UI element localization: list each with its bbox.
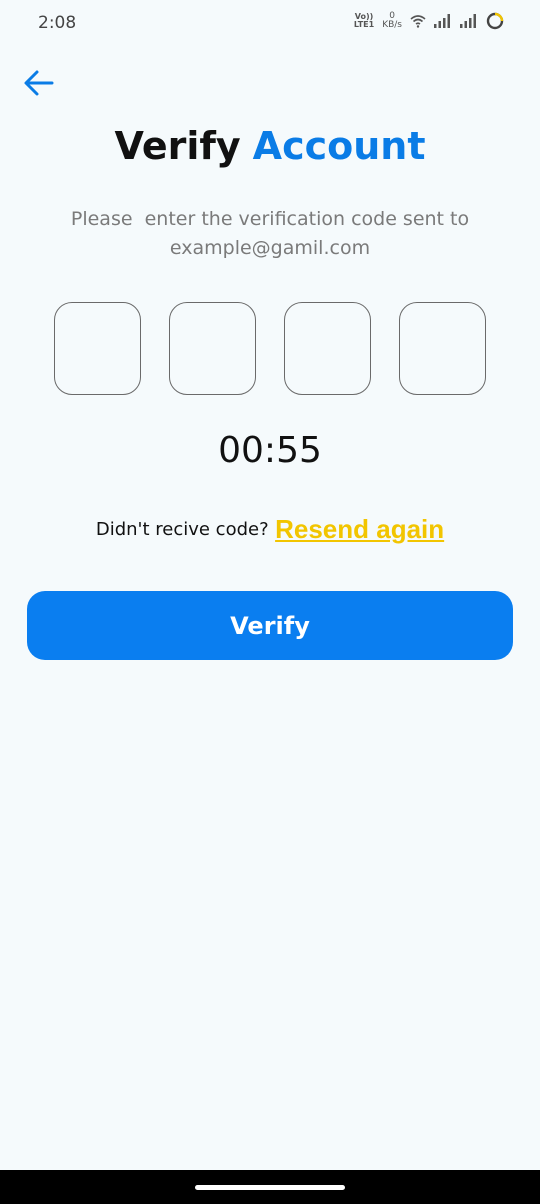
system-nav-bar [0, 1170, 540, 1204]
arrow-left-icon [24, 70, 54, 96]
otp-digit-1[interactable] [54, 302, 141, 395]
resend-prompt: Didn't recive code? [95, 519, 269, 540]
status-time: 2:08 [38, 13, 77, 33]
volte-indicator: Vo)) LTE1 [354, 13, 374, 29]
resend-link[interactable]: Resend again [275, 514, 444, 544]
otp-digit-2[interactable] [169, 302, 256, 395]
status-bar: 2:08 Vo)) LTE1 0 KB/s [0, 0, 540, 46]
email-address: example@gamil.com [169, 237, 371, 259]
wifi-icon [410, 14, 426, 28]
countdown-timer: 00:55 [218, 430, 322, 471]
net-speed-unit: KB/s [382, 20, 402, 30]
volte-bottom: LTE1 [353, 20, 375, 29]
title-account: Account [252, 124, 426, 168]
back-button[interactable] [22, 66, 56, 100]
otp-digit-3[interactable] [284, 302, 371, 395]
signal-icon [434, 14, 452, 28]
otp-digit-4[interactable] [399, 302, 486, 395]
verify-button-label: Verify [230, 611, 310, 640]
status-icons: Vo)) LTE1 0 KB/s [354, 12, 504, 30]
page-title: Verify Account [0, 124, 540, 168]
instruction-line-1: Please enter the verification code sent … [70, 208, 470, 230]
battery-ring-icon [486, 12, 504, 30]
instruction-text: Please enter the verification code sent … [30, 205, 510, 263]
resend-row: Didn't recive code? Resend again [0, 514, 540, 545]
title-verify: Verify [114, 124, 241, 168]
net-speed: 0 KB/s [382, 12, 402, 30]
verify-button[interactable]: Verify [27, 591, 513, 660]
home-indicator[interactable] [195, 1185, 345, 1190]
otp-input-row [54, 302, 486, 395]
signal-icon [460, 14, 478, 28]
